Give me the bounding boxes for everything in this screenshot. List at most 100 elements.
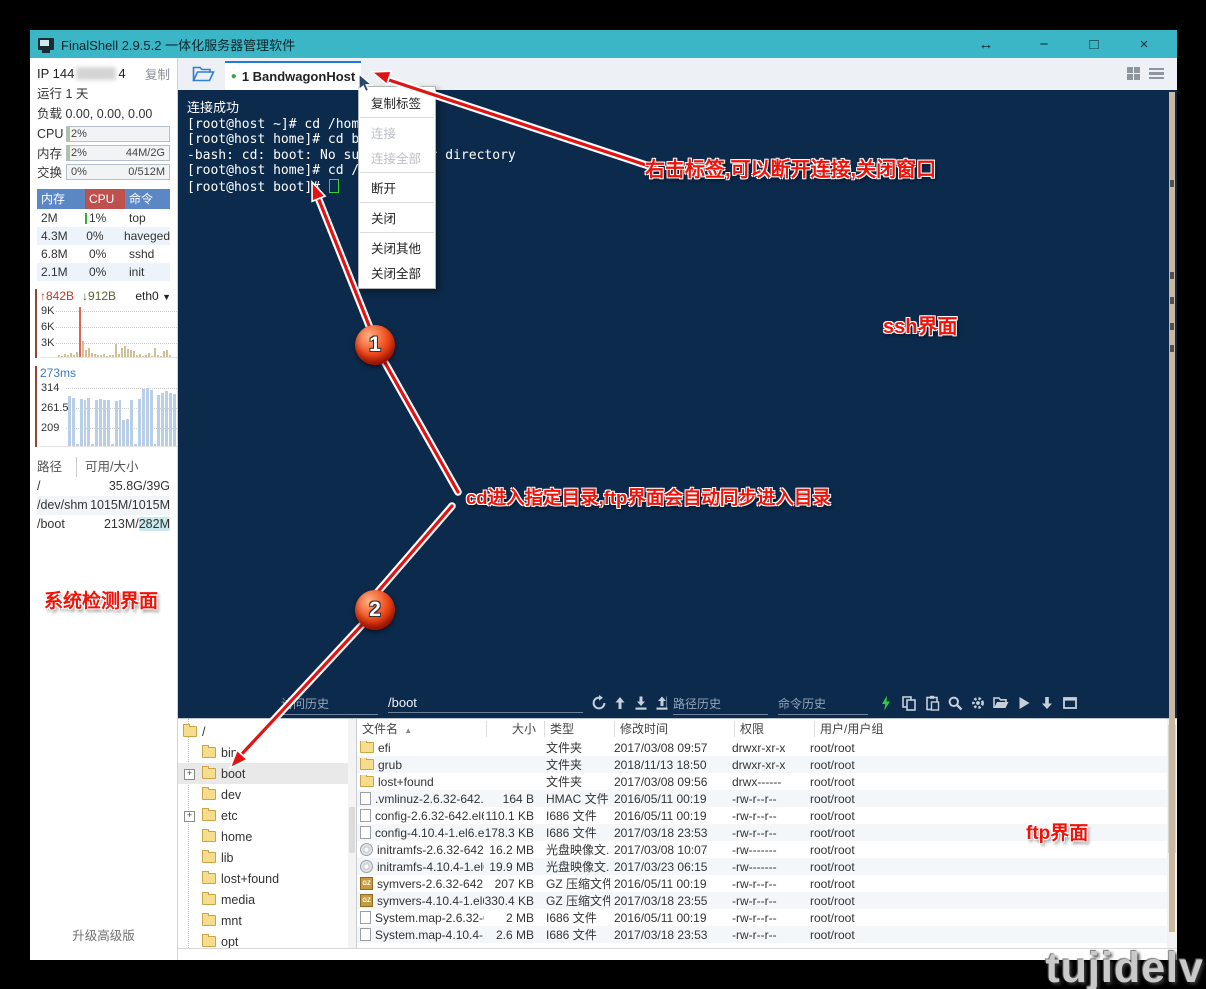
disk-col-size[interactable]: 可用/大小 <box>76 457 138 477</box>
file-type: GZ 压缩文件 <box>542 892 610 909</box>
file-col-header[interactable]: 用户/用户组 <box>815 721 1177 737</box>
file-col-header[interactable]: 文件名 ▲ <box>357 721 487 737</box>
menu-item-关闭全部[interactable]: 关闭全部 <box>359 260 435 285</box>
process-col-command[interactable]: 命令 <box>125 189 170 209</box>
sort-ascending-icon: ▲ <box>402 726 412 735</box>
path-history-field[interactable]: 路径历史 <box>673 695 768 715</box>
tree-label: media <box>221 893 255 907</box>
open-folder-icon[interactable] <box>993 695 1009 711</box>
tree-item-lib[interactable]: lib <box>178 847 356 868</box>
process-col-memory[interactable]: 内存 <box>37 189 85 209</box>
path-input[interactable]: /boot <box>388 695 583 713</box>
expand-icon[interactable]: + <box>184 769 195 780</box>
graph-bar <box>161 393 164 446</box>
process-col-cpu[interactable]: CPU <box>85 189 125 209</box>
copy-icon[interactable] <box>901 695 917 711</box>
disk-size-highlight: 282M <box>139 517 170 531</box>
window-icon[interactable] <box>1062 695 1078 711</box>
tree-root[interactable]: / <box>178 721 356 742</box>
file-icon <box>360 928 371 941</box>
search-icon[interactable] <box>947 695 963 711</box>
file-row[interactable]: System.map-4.10.4-1...2.6 MBI686 文件2017/… <box>357 926 1177 943</box>
file-icon <box>360 911 371 924</box>
right-side-panel-strip[interactable] <box>1169 92 1175 932</box>
resize-icon[interactable]: ↔ <box>969 36 1003 53</box>
graph-bar <box>80 399 83 446</box>
network-section: ↑ 842B ↓ 912B eth0 ▼ 9K 6K 3K <box>35 289 177 358</box>
file-perm: -rw------- <box>728 860 806 874</box>
copy-ip-button[interactable]: 复制 <box>145 64 170 83</box>
ftp-toolbar: 访问历史 /boot | 路径历史 命令历史 <box>178 690 1177 718</box>
swap-meter: 交换 0% 0/512M <box>37 162 170 181</box>
file-row[interactable]: initramfs-4.10.4-1.el6....19.9 MB光盘映像文..… <box>357 858 1177 875</box>
open-connection-folder-icon[interactable] <box>192 65 215 82</box>
tree-item-mnt[interactable]: mnt <box>178 910 356 931</box>
file-row[interactable]: lost+found文件夹2017/03/08 09:56drwx------r… <box>357 773 1177 790</box>
menu-item-断开[interactable]: 断开 <box>359 175 435 200</box>
disk-row: /35.8G/39G <box>37 477 170 496</box>
file-col-header[interactable]: 修改时间 <box>615 721 735 737</box>
file-name: config-2.6.32-642.el6.... <box>357 809 484 823</box>
file-row[interactable]: grub文件夹2018/11/13 18:50drwxr-xr-xroot/ro… <box>357 756 1177 773</box>
file-row[interactable]: GZsymvers-4.10.4-1.el6....330.4 KBGZ 压缩文… <box>357 892 1177 909</box>
tree-scrollbar[interactable] <box>348 719 356 948</box>
file-col-header[interactable]: 权限 <box>735 721 815 737</box>
bolt-icon[interactable] <box>878 695 894 711</box>
tab-bandwagonhost[interactable]: ● 1 BandwagonHost <box>225 61 361 90</box>
tree-item-etc[interactable]: +etc <box>178 805 356 826</box>
file-size: 19.9 MB <box>484 860 542 874</box>
tree-item-lost+found[interactable]: lost+found <box>178 868 356 889</box>
disk-col-path[interactable]: 路径 <box>37 457 62 477</box>
layout-grid-icon[interactable] <box>1127 67 1140 80</box>
menu-item-关闭其他[interactable]: 关闭其他 <box>359 235 435 260</box>
process-cmd: init <box>125 263 170 281</box>
file-col-header[interactable]: 类型 <box>545 721 615 737</box>
process-table: 内存 CPU 命令 2M1%top4.3M0%haveged6.8M0%sshd… <box>37 189 170 281</box>
parent-dir-icon[interactable] <box>612 695 628 711</box>
expand-icon[interactable]: + <box>184 811 195 822</box>
tree-item-dev[interactable]: dev <box>178 784 356 805</box>
menu-item-关闭[interactable]: 关闭 <box>359 205 435 230</box>
down-arrow-icon[interactable] <box>1039 695 1055 711</box>
graph-bar <box>157 355 159 357</box>
file-owner: root/root <box>806 894 1177 908</box>
run-icon[interactable] <box>1016 695 1032 711</box>
graph-bar <box>122 420 125 446</box>
tree-item-bin[interactable]: bin <box>178 742 356 763</box>
file-row[interactable]: GZsymvers-2.6.32-642.el...207 KBGZ 压缩文件2… <box>357 875 1177 892</box>
maximize-button[interactable]: □ <box>1069 36 1119 53</box>
close-button[interactable]: × <box>1119 36 1169 53</box>
tree-item-boot[interactable]: +boot <box>178 763 356 784</box>
file-row[interactable]: System.map-2.6.32-6...2 MBI686 文件2016/05… <box>357 909 1177 926</box>
file-mtime: 2017/03/18 23:55 <box>610 894 728 908</box>
refresh-icon[interactable] <box>591 695 607 711</box>
tree-item-home[interactable]: home <box>178 826 356 847</box>
tree-item-media[interactable]: media <box>178 889 356 910</box>
file-icon <box>360 826 371 839</box>
interface-selector[interactable]: eth0 ▼ <box>135 289 171 303</box>
download-icon[interactable] <box>633 695 649 711</box>
folder-icon <box>202 852 216 863</box>
file-name: GZsymvers-4.10.4-1.el6.... <box>357 894 484 908</box>
menu-separator <box>360 202 434 203</box>
file-row[interactable]: .vmlinuz-2.6.32-642.el...164 BHMAC 文件201… <box>357 790 1177 807</box>
tree-item-opt[interactable]: opt <box>178 931 356 948</box>
file-type: 光盘映像文... <box>542 858 610 875</box>
file-col-header[interactable]: 大小 <box>487 721 545 737</box>
file-type: 光盘映像文... <box>542 841 610 858</box>
terminal-line: -bash: cd: boot: No such file or directo… <box>187 148 516 164</box>
paste-icon[interactable] <box>924 695 940 711</box>
mouse-cursor <box>358 74 374 94</box>
settings-icon[interactable] <box>970 695 986 711</box>
upgrade-link[interactable]: 升级高级版 <box>30 925 177 944</box>
graph-bar <box>97 355 99 358</box>
visit-history-field[interactable]: 访问历史 <box>281 695 378 715</box>
minimize-button[interactable]: − <box>1019 36 1069 53</box>
file-row[interactable]: efi文件夹2017/03/08 09:57drwxr-xr-xroot/roo… <box>357 739 1177 756</box>
graph-bar <box>173 394 176 446</box>
folder-icon <box>360 776 374 787</box>
command-history-field[interactable]: 命令历史 <box>778 695 868 715</box>
graph-bar <box>88 348 90 357</box>
main-menu-icon[interactable] <box>1149 68 1164 80</box>
graph-bar <box>99 399 102 446</box>
